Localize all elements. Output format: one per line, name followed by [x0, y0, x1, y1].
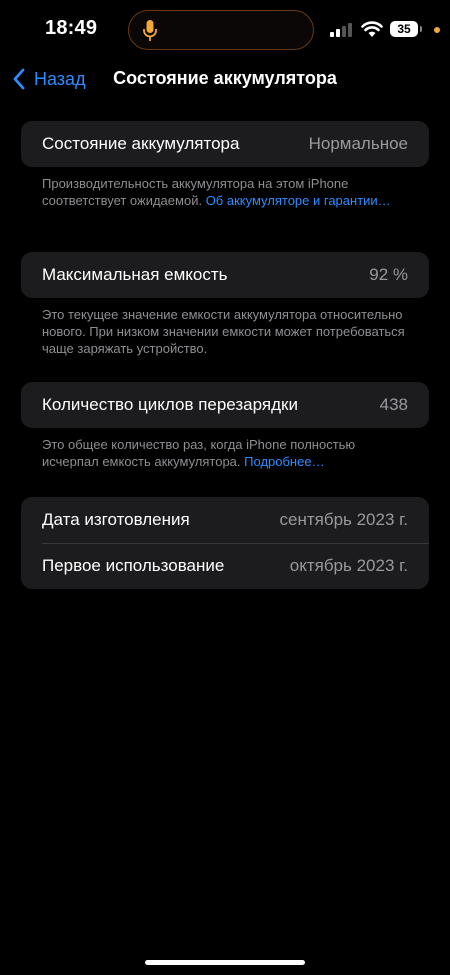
battery-health-footnote: Производительность аккумулятора на этом …	[42, 175, 412, 209]
battery-icon: 35	[390, 19, 423, 39]
page-title: Состояние аккумулятора	[113, 68, 337, 88]
manufacture-date-row[interactable]: Дата изготовления сентябрь 2023 г.	[21, 497, 429, 543]
max-capacity-value: 92 %	[369, 265, 408, 284]
cycle-count-label: Количество циклов перезарядки	[42, 395, 298, 414]
manufacture-date-label: Дата изготовления	[42, 510, 190, 529]
battery-health-row[interactable]: Состояние аккумулятора Нормальное	[21, 121, 429, 167]
status-time: 18:49	[45, 17, 98, 39]
navigation-bar: Назад Состояние аккумулятора	[0, 62, 450, 98]
first-use-value: октябрь 2023 г.	[289, 556, 408, 575]
battery-cap	[420, 26, 422, 32]
cycle-count-row[interactable]: Количество циклов перезарядки 438	[21, 382, 429, 428]
max-capacity-group: Максимальная емкость 92 %	[21, 252, 429, 298]
battery-health-group: Состояние аккумулятора Нормальное	[21, 121, 429, 167]
cycle-count-footnote: Это общее количество раз, когда iPhone п…	[42, 436, 412, 470]
dynamic-island[interactable]	[128, 10, 314, 50]
status-bar: 18:49 35	[0, 0, 450, 62]
battery-health-label: Состояние аккумулятора	[42, 134, 240, 153]
battery-level: 35	[390, 21, 418, 37]
max-capacity-footnote: Это текущее значение емкости аккумулятор…	[42, 306, 412, 357]
first-use-row[interactable]: Первое использование октябрь 2023 г.	[21, 543, 429, 589]
max-capacity-label: Максимальная емкость	[42, 265, 228, 284]
max-capacity-row[interactable]: Максимальная емкость 92 %	[21, 252, 429, 298]
cycle-count-group: Количество циклов перезарядки 438	[21, 382, 429, 428]
first-use-label: Первое использование	[42, 556, 225, 575]
wifi-icon	[361, 21, 383, 37]
battery-health-value: Нормальное	[308, 134, 408, 153]
manufacture-date-value: сентябрь 2023 г.	[279, 510, 409, 529]
cellular-signal-icon	[330, 23, 352, 37]
dates-group: Дата изготовления сентябрь 2023 г. Перво…	[21, 497, 429, 589]
about-battery-warranty-link[interactable]: Об аккумуляторе и гарантии…	[206, 193, 391, 208]
home-indicator[interactable]	[145, 960, 305, 965]
learn-more-link[interactable]: Подробнее…	[244, 454, 324, 469]
cycle-count-value: 438	[379, 395, 408, 414]
max-capacity-footnote-text: Это текущее значение емкости аккумулятор…	[42, 307, 405, 356]
mic-icon	[143, 20, 157, 41]
privacy-dot-icon	[434, 27, 440, 33]
